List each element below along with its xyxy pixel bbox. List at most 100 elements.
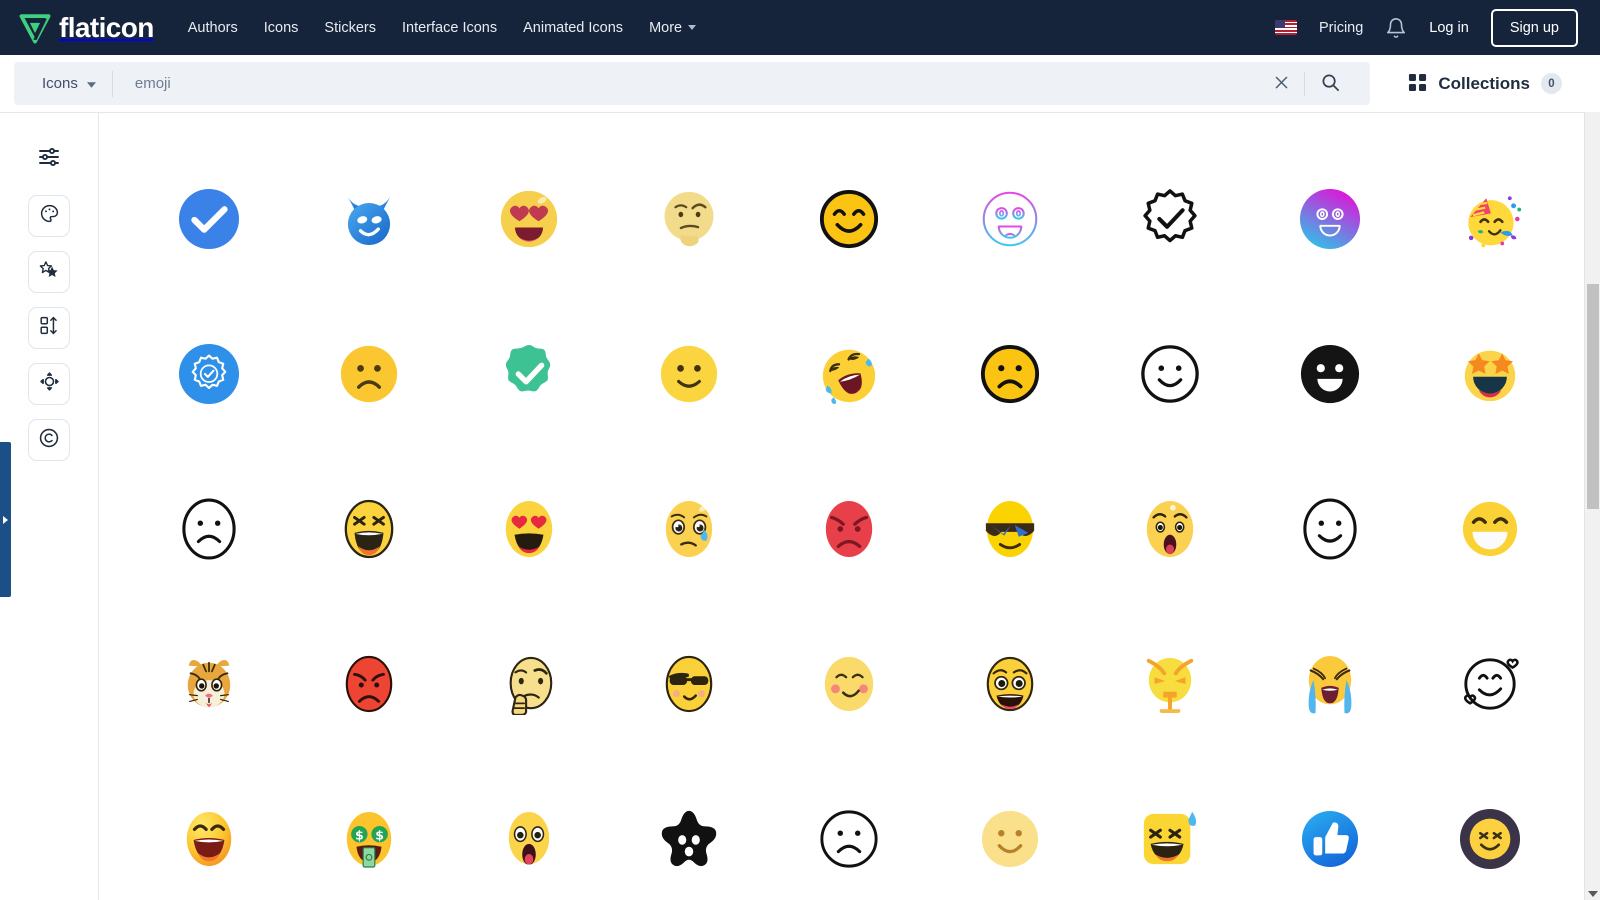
nav-label: Icons: [263, 19, 299, 36]
icon-result-loudly-crying-face[interactable]: [1250, 606, 1410, 761]
party-horn-face-icon: [1457, 188, 1523, 250]
icon-result-square-sweat-laughing[interactable]: [1090, 761, 1250, 900]
icon-result-thin-line-sad-face[interactable]: [129, 451, 289, 606]
icon-result-gradient-outline-grinning[interactable]: [930, 141, 1090, 296]
icon-result-squinting-laughing-face[interactable]: [289, 451, 449, 606]
icon-result-star-struck-face[interactable]: [1410, 296, 1570, 451]
filter-sort-button[interactable]: [28, 307, 70, 349]
yellow-beaming-smile-face-icon: [1461, 500, 1519, 558]
nav-item-more[interactable]: More: [649, 20, 697, 36]
blue-verified-badge-circle-icon: [178, 343, 240, 405]
outline-disappointed-face-icon: [818, 808, 880, 870]
icon-result-sunglasses-cool-face[interactable]: [930, 451, 1090, 606]
gradient-happy-open-smile-icon: [181, 808, 237, 870]
search-input[interactable]: [112, 75, 1260, 92]
icon-result-dark-circle-squinting-smile[interactable]: [1410, 761, 1570, 900]
nav-item-interface-icons[interactable]: Interface Icons: [402, 20, 497, 36]
icon-result-black-outline-blush-smile[interactable]: [769, 141, 929, 296]
icon-result-raised-eyebrow-face[interactable]: [609, 141, 769, 296]
icon-result-outline-disappointed-face[interactable]: [769, 761, 929, 900]
line-smiley-face-icon: [1139, 343, 1201, 405]
clear-search-button[interactable]: [1259, 74, 1304, 94]
icon-result-verified-badge-outline[interactable]: [1090, 141, 1250, 296]
icon-result-outline-hearts-smiling[interactable]: [1410, 606, 1570, 761]
notification-bell-icon[interactable]: [1385, 17, 1407, 39]
collections-button[interactable]: Collections 0: [1370, 73, 1588, 95]
thin-line-sad-face-icon: [181, 497, 237, 561]
outline-slight-smile-face-icon: [1302, 497, 1358, 561]
outline-hearts-smiling-face-icon: [1460, 655, 1520, 713]
icon-result-red-mad-face[interactable]: [289, 606, 449, 761]
chevron-down-icon: [688, 25, 697, 30]
raised-eyebrow-thinking-face-icon: [660, 189, 718, 249]
login-link[interactable]: Log in: [1429, 20, 1469, 36]
feedback-expand-tab[interactable]: [0, 442, 11, 597]
yellow-flat-sad-face-icon: [339, 344, 399, 404]
icon-result-black-sunglasses-smiling[interactable]: [609, 606, 769, 761]
icon-result-outline-frowning-face[interactable]: [930, 296, 1090, 451]
icon-result-blue-check-circle[interactable]: [129, 141, 289, 296]
icon-result-blue-thumbs-up[interactable]: [1250, 761, 1410, 900]
icon-result-screaming-fear-face[interactable]: [449, 761, 609, 900]
icon-result-black-star-face[interactable]: [609, 761, 769, 900]
icon-result-outline-slight-smile[interactable]: [1250, 451, 1410, 606]
scrollbar-thumb[interactable]: [1587, 284, 1599, 509]
blue-thumbs-up-icon: [1301, 810, 1359, 868]
icon-result-gradient-happy-open-smile[interactable]: [129, 761, 289, 900]
logo-wordmark: flaticon: [59, 11, 154, 43]
search-icon: [1321, 73, 1340, 95]
icon-result-hand-chin-thinking-face[interactable]: [449, 606, 609, 761]
icon-result-rofl-face[interactable]: [769, 296, 929, 451]
black-sunglasses-smiling-face-icon: [661, 653, 717, 715]
signup-button[interactable]: Sign up: [1490, 8, 1578, 47]
filter-position-button[interactable]: [28, 363, 70, 405]
nav-item-authors[interactable]: Authors: [188, 20, 238, 36]
icon-result-money-mouth-face[interactable]: $ $: [289, 761, 449, 900]
nav-item-stickers[interactable]: Stickers: [324, 20, 376, 36]
flaticon-logo[interactable]: flaticon: [18, 11, 154, 45]
icon-result-gradient-circle-grinning[interactable]: [1250, 141, 1410, 296]
primary-navigation: Authors Icons Stickers Interface Icons A…: [188, 20, 697, 36]
icon-result-shocked-open-mouth-face[interactable]: [1090, 451, 1250, 606]
icon-result-blue-devil-face[interactable]: [289, 141, 449, 296]
icon-result-line-smiley[interactable]: [1090, 296, 1250, 451]
filter-style-button[interactable]: [28, 251, 70, 293]
search-type-dropdown[interactable]: Icons: [18, 70, 113, 97]
star-struck-face-icon: [1460, 345, 1520, 403]
icon-result-party-face[interactable]: [1410, 141, 1570, 296]
pricing-link[interactable]: Pricing: [1319, 20, 1363, 36]
nav-item-icons[interactable]: Icons: [264, 20, 299, 36]
icon-result-wide-eyes-grinning-face[interactable]: [930, 606, 1090, 761]
icon-result-pleading-crying-face[interactable]: [609, 451, 769, 606]
scroll-down-arrow-icon[interactable]: [1588, 891, 1598, 897]
icon-result-green-verified-badge[interactable]: [449, 296, 609, 451]
filter-license-button[interactable]: [28, 419, 70, 461]
icon-result-pale-yellow-smiley[interactable]: [930, 761, 1090, 900]
pleading-crying-face-icon: [661, 498, 717, 560]
sunglasses-cool-face-icon: [982, 498, 1038, 560]
icon-result-steam-nose-angry-face[interactable]: [1090, 606, 1250, 761]
page-scrollbar[interactable]: [1584, 112, 1600, 900]
icon-result-red-angry-face[interactable]: [769, 451, 929, 606]
square-sweat-laughing-face-icon: [1140, 808, 1200, 870]
pale-yellow-smiley-icon: [980, 809, 1040, 869]
green-verified-badge-icon: [498, 343, 560, 405]
search-submit-button[interactable]: [1305, 73, 1356, 95]
nav-label: Interface Icons: [402, 19, 498, 36]
nav-item-animated-icons[interactable]: Animated Icons: [523, 20, 623, 36]
us-flag-icon[interactable]: [1274, 20, 1297, 35]
filter-color-button[interactable]: [28, 195, 70, 237]
icon-result-blue-verified-circle[interactable]: [129, 296, 289, 451]
heart-eyes-smiling-face-icon: [501, 498, 557, 560]
filter-settings-button[interactable]: [27, 137, 71, 181]
icon-result-yellow-beaming-smile[interactable]: [1410, 451, 1570, 606]
icon-result-heart-eyes-smiling-face[interactable]: [449, 451, 609, 606]
icon-result-black-solid-grinning[interactable]: [1250, 296, 1410, 451]
icon-result-yellow-flat-slight-smile[interactable]: [609, 296, 769, 451]
icon-result-yellow-flat-sad[interactable]: [289, 296, 449, 451]
shape-position-icon: [39, 371, 60, 397]
icon-result-blushing-smirk-face[interactable]: [769, 606, 929, 761]
collections-count-badge: 0: [1541, 73, 1562, 94]
icon-result-heart-eyes-open-mouth[interactable]: [449, 141, 609, 296]
icon-result-tiger-face[interactable]: [129, 606, 289, 761]
